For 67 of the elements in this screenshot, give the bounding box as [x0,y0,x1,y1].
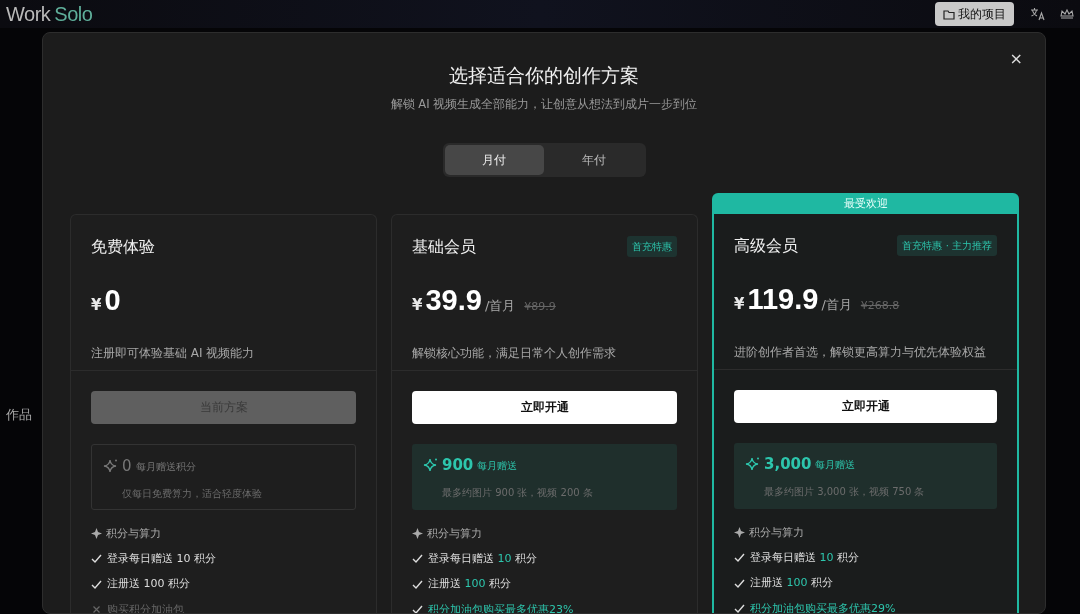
features-heading: 积分与算力 [427,525,482,541]
currency-symbol: ¥ [91,294,102,316]
folder-icon [943,8,955,20]
diamond-sparkle-icon [734,527,745,539]
check-icon [91,553,102,565]
credits-label: 每月赠送 [815,457,856,472]
feature-text: 注册送 100 积分 [750,575,833,591]
translate-icon[interactable] [1030,7,1046,21]
crown-icon[interactable] [1060,8,1074,20]
feature-text: 积分加油包购买最多优惠29% [750,600,896,613]
original-price: ¥268.8 [860,297,900,314]
check-icon [412,578,423,590]
check-icon [734,603,745,613]
dialog-title: 选择适合你的创作方案 [448,63,640,88]
logo-text: Work [6,2,51,27]
credits-amount: 900 [442,454,474,476]
close-button[interactable]: × [1005,49,1027,69]
check-icon [412,604,423,613]
subscribe-button[interactable]: 立即开通 [412,390,677,424]
credits-amount: 3,000 [764,453,812,475]
dialog-subtitle: 解锁 AI 视频生成全部能力，让创意从想法到成片一步到位 [389,95,699,113]
price-period: /首月 [484,296,516,315]
credits-note: 最多约图片 3,000 张，视频 750 条 [764,485,926,500]
check-icon [412,553,423,565]
credits-label: 每月赠送积分 [135,459,196,474]
check-icon [734,552,745,564]
features-heading: 积分与算力 [749,524,804,540]
plan-name: 基础会员 [412,235,476,258]
sparkle-icon [422,457,438,473]
credits-note: 最多约图片 900 张，视频 200 条 [442,486,594,501]
plan-name: 免费体验 [91,235,155,258]
plan-price: 119.9 [747,281,819,317]
credits-amount: 0 [122,455,132,477]
feature-text: 登录每日赠送 10 积分 [107,550,216,567]
original-price: ¥89.9 [524,298,556,315]
plan-description: 进阶创作者首选，解锁更高算力与优先体验权益 [734,344,987,362]
plan-description: 注册即可体验基础 AI 视频能力 [91,345,256,363]
credits-note: 仅每日免费算力，适合轻度体验 [122,487,263,502]
price-period: /首月 [821,295,852,314]
billing-tab[interactable]: 年付 [544,144,644,175]
cross-icon [91,604,102,613]
billing-tab[interactable]: 月付 [444,144,544,175]
sparkle-icon [744,456,760,472]
plan-description: 解锁核心功能，满足日常个人创作需求 [412,345,617,363]
popular-ribbon: 最受欢迎 [712,192,1019,214]
diamond-sparkle-icon [91,528,102,540]
check-icon [91,578,102,590]
diamond-sparkle-icon [412,528,423,540]
check-icon [734,577,745,589]
promo-tag: 首充特惠 [627,236,677,258]
feature-text: 注册送 100 积分 [107,576,190,592]
promo-tag: 首充特惠 · 主力推荐 [897,235,997,257]
currency-symbol: ¥ [412,294,423,316]
features-heading: 积分与算力 [106,525,161,541]
projects-button[interactable]: 我的项目 [935,2,1014,26]
logo-text: Solo [54,2,93,27]
feature-text: 注册送 100 积分 [428,576,511,592]
side-label: 作品 [6,406,32,424]
plan-name: 高级会员 [734,234,798,257]
plan-price: 0 [104,282,121,318]
currency-symbol: ¥ [734,293,745,315]
plan-price: 39.9 [425,282,482,318]
credits-label: 每月赠送 [477,458,518,473]
feature-text: 登录每日赠送 10 积分 [750,549,859,566]
subscribe-button[interactable]: 立即开通 [734,389,997,423]
feature-text: 登录每日赠送 10 积分 [428,550,537,567]
sparkle-icon [102,458,118,474]
